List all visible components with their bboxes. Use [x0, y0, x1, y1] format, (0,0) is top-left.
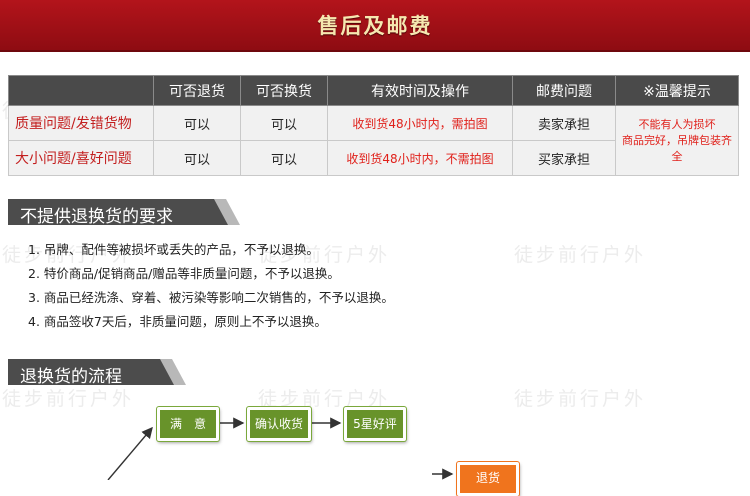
step-return: 退货 — [457, 462, 519, 496]
step-five-star-review: 5星好评 — [344, 407, 406, 441]
step-confirm-receipt: 确认收货 — [247, 407, 311, 441]
step-satisfied: 满 意 — [157, 407, 219, 441]
arrow — [107, 426, 153, 480]
